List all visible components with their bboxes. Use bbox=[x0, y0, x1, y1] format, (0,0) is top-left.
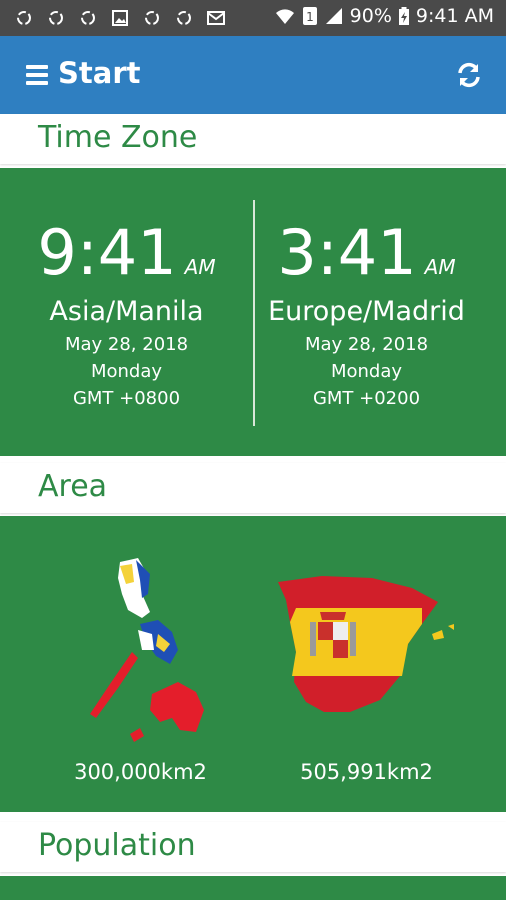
wifi-icon bbox=[275, 9, 294, 24]
mail-icon bbox=[207, 11, 225, 25]
time-zone-header: Time Zone bbox=[0, 114, 506, 164]
time-zone-panel: 9:41 AM Asia/Manila May 28, 2018 Monday … bbox=[0, 168, 506, 456]
status-system: 1 90% 9:41 AM bbox=[274, 5, 494, 27]
app-bar: Start bbox=[0, 36, 506, 114]
right-zone-name: Europe/Madrid bbox=[268, 296, 465, 327]
left-day: Monday bbox=[90, 361, 163, 382]
population-title: Population bbox=[38, 828, 196, 863]
area-title: Area bbox=[38, 469, 108, 504]
refresh-icon[interactable] bbox=[454, 60, 484, 90]
left-date: May 28, 2018 bbox=[64, 334, 189, 355]
area-header: Area bbox=[0, 463, 506, 513]
right-time: 3:41 bbox=[277, 216, 417, 289]
signal-icon bbox=[325, 8, 342, 24]
right-day: Monday bbox=[330, 361, 403, 382]
right-ampm: AM bbox=[424, 255, 456, 279]
spain-area: 505,991km2 bbox=[300, 760, 433, 784]
left-zone-name: Asia/Manila bbox=[49, 296, 204, 327]
status-time: 9:41 AM bbox=[415, 5, 494, 27]
time-zone-left: 9:41 AM Asia/Manila May 28, 2018 Monday … bbox=[0, 218, 253, 410]
left-ampm: AM bbox=[184, 255, 216, 279]
right-gmt-offset: GMT +0200 bbox=[312, 388, 421, 409]
philippines-map bbox=[90, 558, 204, 742]
sim-icon: 1 bbox=[302, 7, 317, 25]
time-zone-right: 3:41 AM Europe/Madrid May 28, 2018 Monda… bbox=[240, 218, 493, 410]
population-header: Population bbox=[0, 822, 506, 872]
population-panel bbox=[0, 876, 506, 900]
menu-icon[interactable] bbox=[26, 65, 48, 85]
time-zone-title: Time Zone bbox=[38, 120, 198, 155]
app-title: Start bbox=[58, 56, 141, 90]
sync-icon bbox=[49, 11, 63, 25]
status-bar: 1 90% 9:41 AM bbox=[0, 0, 506, 36]
sync-icon bbox=[81, 11, 95, 25]
battery-charging-icon bbox=[398, 7, 409, 25]
spain-map bbox=[278, 576, 454, 712]
left-time: 9:41 bbox=[37, 216, 177, 289]
sync-icon bbox=[17, 11, 31, 25]
status-notifications bbox=[14, 8, 226, 28]
left-gmt-offset: GMT +0800 bbox=[72, 388, 181, 409]
sync-icon bbox=[177, 11, 191, 25]
sync-icon bbox=[145, 11, 159, 25]
right-date: May 28, 2018 bbox=[304, 334, 429, 355]
area-panel: 300,000km2 505,991km2 bbox=[0, 516, 506, 812]
sim-badge: 1 bbox=[306, 10, 314, 24]
image-icon bbox=[112, 10, 128, 26]
battery-percent: 90% bbox=[349, 5, 392, 27]
philippines-area: 300,000km2 bbox=[74, 760, 207, 784]
